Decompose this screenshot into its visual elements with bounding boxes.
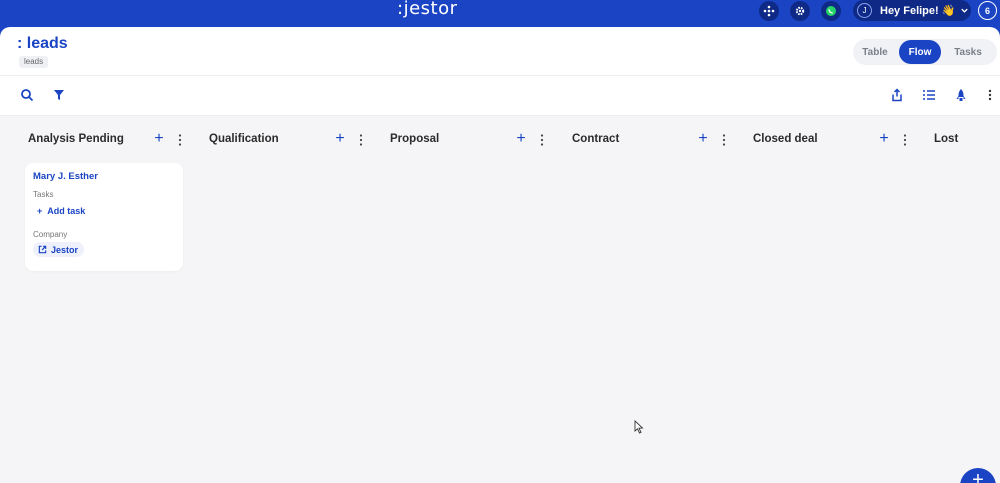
top-bar: :jestor J Hey Felipe! 👋 6 [0, 0, 1000, 27]
column-contract: Contract + [572, 116, 732, 483]
kanban-board: Analysis Pending + Qualification + Propo… [0, 115, 1000, 483]
rocket-icon[interactable] [953, 87, 969, 103]
column-title: Analysis Pending [28, 133, 124, 145]
column-closed-deal: Closed deal + [753, 116, 913, 483]
column-header: Analysis Pending + [28, 131, 188, 149]
notification-badge[interactable]: 6 [978, 1, 997, 20]
filter-icon[interactable] [51, 87, 67, 103]
view-switcher: Table Flow Tasks [853, 39, 997, 65]
column-header: Contract + [572, 131, 732, 149]
company-value: Jestor [51, 244, 79, 255]
page-title: : leads [17, 35, 68, 52]
user-greeting: Hey Felipe! 👋 [880, 5, 956, 17]
tab-flow[interactable]: Flow [899, 40, 941, 64]
column-header: Qualification + [209, 131, 369, 149]
add-task-button[interactable]: + Add task [37, 206, 85, 216]
card-title[interactable]: Mary J. Esther [33, 171, 98, 182]
tab-tasks[interactable]: Tasks [947, 40, 989, 64]
avatar: J [857, 3, 872, 18]
more-vertical-icon[interactable] [982, 87, 998, 103]
breadcrumb[interactable]: leads [19, 56, 49, 68]
column-title: Qualification [209, 133, 279, 145]
more-vertical-icon[interactable] [901, 133, 909, 147]
column-header: Closed deal + [753, 131, 913, 149]
tab-table[interactable]: Table [855, 40, 895, 64]
more-vertical-icon[interactable] [176, 133, 184, 147]
more-vertical-icon[interactable] [538, 133, 546, 147]
mouse-cursor-icon [634, 420, 644, 434]
chevron-down-icon [961, 8, 969, 13]
column-header: Lost [934, 133, 1000, 149]
plus-icon: + [37, 206, 43, 216]
title-row: : leads leads Table Flow Tasks [0, 27, 1000, 76]
lead-card[interactable]: Mary J. Esther Tasks + Add task Company … [25, 163, 183, 271]
column-header: Proposal + [390, 131, 550, 149]
more-vertical-icon[interactable] [357, 133, 365, 147]
share-icon[interactable] [889, 87, 905, 103]
add-card-button[interactable]: + [697, 131, 709, 147]
column-qualification: Qualification + [209, 116, 369, 483]
column-proposal: Proposal + [390, 116, 550, 483]
add-card-button[interactable]: + [515, 131, 527, 147]
list-icon[interactable] [921, 87, 937, 103]
gear-icon[interactable] [790, 1, 810, 21]
user-menu[interactable]: J Hey Felipe! 👋 [853, 0, 971, 21]
more-vertical-icon[interactable] [720, 133, 728, 147]
add-card-button[interactable]: + [334, 131, 346, 147]
column-lost: Lost [934, 116, 1000, 483]
column-title: Closed deal [753, 133, 818, 145]
external-link-icon [38, 245, 47, 254]
add-task-label: Add task [47, 206, 86, 216]
add-card-button[interactable]: + [878, 131, 890, 147]
company-link[interactable]: Jestor [33, 242, 85, 257]
column-title: Lost [934, 133, 959, 145]
tasks-label: Tasks [33, 190, 54, 199]
add-card-button[interactable]: + [153, 131, 165, 147]
company-label: Company [33, 230, 68, 239]
column-title: Contract [572, 133, 620, 145]
toolbar [0, 77, 1000, 114]
page-content: : leads leads Table Flow Tasks Analysis … [0, 27, 1000, 483]
whatsapp-icon[interactable] [821, 1, 841, 21]
column-title: Proposal [390, 133, 440, 145]
search-icon[interactable] [19, 87, 35, 103]
brand-logo[interactable]: :jestor [397, 0, 458, 20]
puzzle-icon[interactable] [759, 1, 779, 21]
